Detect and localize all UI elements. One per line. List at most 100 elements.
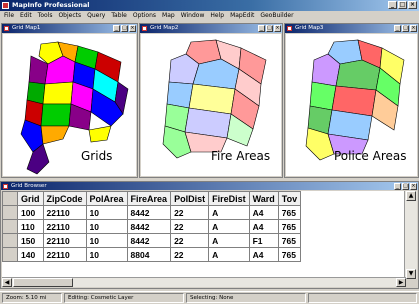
minimize-button[interactable]: _	[394, 25, 401, 32]
maximize-button[interactable]: □	[402, 183, 409, 190]
maximize-button[interactable]: □	[402, 25, 409, 32]
cell[interactable]: 8442	[126, 233, 172, 248]
map-window-title-bar[interactable]: Grid Map1 _ □ ×	[2, 24, 137, 33]
column-header[interactable]: FireArea	[126, 191, 172, 206]
minimize-button[interactable]: _	[388, 1, 397, 9]
cell[interactable]: 8804	[126, 247, 172, 262]
close-button[interactable]: ×	[408, 1, 417, 9]
status-empty	[308, 293, 417, 303]
column-header[interactable]: Grid	[17, 191, 44, 206]
browser-grid: Grid ZipCode PolArea FireArea PolDist Fi…	[2, 191, 406, 279]
table-row[interactable]: 100 22110 10 8442 22 A A4 765	[2, 205, 302, 220]
cell[interactable]: 22	[170, 233, 210, 248]
map-window-grids[interactable]: Grid Map1 _ □ × Grids	[1, 23, 138, 178]
table-row[interactable]: 110 22110 10 8442 22 A A4 765	[2, 219, 302, 234]
menu-geobuilder[interactable]: GeoBuilder	[260, 11, 293, 21]
cell[interactable]: A	[208, 205, 250, 220]
cell[interactable]: A	[208, 233, 250, 248]
menu-map[interactable]: Map	[162, 11, 175, 21]
maximize-button[interactable]: □	[121, 25, 128, 32]
cell[interactable]: 22110	[42, 247, 87, 262]
cell[interactable]: F1	[248, 233, 279, 248]
cell[interactable]: 150	[17, 233, 44, 248]
cell[interactable]: 22	[170, 247, 210, 262]
cell[interactable]: 765	[277, 247, 302, 262]
cell[interactable]: 22110	[42, 219, 87, 234]
minimize-button[interactable]: _	[394, 183, 401, 190]
status-editing[interactable]: Editing: Cosmetic Layer	[64, 293, 184, 303]
row-selector[interactable]	[2, 205, 18, 220]
scroll-thumb[interactable]	[13, 278, 73, 287]
menu-file[interactable]: File	[4, 11, 14, 21]
column-header[interactable]: Ward	[248, 191, 279, 206]
scroll-right-arrow-icon[interactable]: ▶	[396, 278, 406, 287]
minimize-button[interactable]: _	[113, 25, 120, 32]
browser-window[interactable]: Grid Browser _ □ × Grid ZipCode PolArea …	[0, 181, 419, 289]
maximize-button[interactable]: □	[398, 1, 407, 9]
map-region	[26, 143, 50, 175]
cell[interactable]: 22110	[42, 233, 87, 248]
cell[interactable]: A4	[248, 219, 279, 234]
grid-polygons	[20, 41, 129, 175]
close-button[interactable]: ×	[274, 25, 281, 32]
cell[interactable]: 10	[85, 247, 128, 262]
cell[interactable]: 100	[17, 205, 44, 220]
column-header[interactable]: PolArea	[85, 191, 128, 206]
vertical-scrollbar[interactable]: ▲ ▼	[404, 191, 417, 279]
cell[interactable]: 22	[170, 219, 210, 234]
cell[interactable]: 8442	[126, 205, 172, 220]
cell[interactable]: 10	[85, 233, 128, 248]
menu-table[interactable]: Table	[111, 11, 127, 21]
scroll-up-arrow-icon[interactable]: ▲	[406, 191, 416, 201]
cell[interactable]: 140	[17, 247, 44, 262]
menu-window[interactable]: Window	[181, 11, 205, 21]
map-canvas[interactable]: Grids	[3, 34, 136, 176]
table-row[interactable]: 150 22110 10 8442 22 A F1 765	[2, 233, 302, 248]
row-selector[interactable]	[2, 233, 18, 248]
cell[interactable]: 765	[277, 233, 302, 248]
cell[interactable]: A	[208, 219, 250, 234]
table-row[interactable]: 140 22110 10 8804 22 A A4 765	[2, 247, 302, 262]
map-canvas[interactable]: Fire Areas	[141, 34, 281, 176]
menu-tools[interactable]: Tools	[38, 11, 53, 21]
menu-objects[interactable]: Objects	[58, 11, 81, 21]
map-window-title-bar[interactable]: Grid Map3 _ □ ×	[285, 24, 418, 33]
menu-query[interactable]: Query	[87, 11, 105, 21]
map-window-police-areas[interactable]: Grid Map3 _ □ × Police Areas	[284, 23, 419, 178]
close-button[interactable]: ×	[129, 25, 136, 32]
scroll-left-arrow-icon[interactable]: ◀	[2, 278, 12, 287]
map-window-fire-areas[interactable]: Grid Map2 _ □ × Fire Areas	[139, 23, 283, 178]
column-header[interactable]: PolDist	[170, 191, 210, 206]
browser-title-bar[interactable]: Grid Browser _ □ ×	[1, 182, 418, 190]
cell[interactable]: 10	[85, 219, 128, 234]
cell[interactable]: 10	[85, 205, 128, 220]
menu-mapedit[interactable]: MapEdit	[230, 11, 254, 21]
cell[interactable]: 765	[277, 219, 302, 234]
cell[interactable]: 8442	[126, 219, 172, 234]
close-button[interactable]: ×	[410, 183, 417, 190]
menu-edit[interactable]: Edit	[20, 11, 32, 21]
cell[interactable]: A4	[248, 205, 279, 220]
cell[interactable]: 110	[17, 219, 44, 234]
row-selector[interactable]	[2, 219, 18, 234]
cell[interactable]: A4	[248, 247, 279, 262]
minimize-button[interactable]: _	[258, 25, 265, 32]
map-canvas[interactable]: Police Areas	[286, 34, 417, 176]
maximize-button[interactable]: □	[266, 25, 273, 32]
row-selector[interactable]	[2, 247, 18, 262]
status-selecting[interactable]: Selecting: None	[186, 293, 306, 303]
column-header[interactable]: FireDist	[208, 191, 250, 206]
column-header[interactable]: ZipCode	[42, 191, 87, 206]
menu-help[interactable]: Help	[210, 11, 224, 21]
cell[interactable]: 765	[277, 205, 302, 220]
horizontal-scrollbar[interactable]: ◀ ▶	[2, 277, 406, 287]
cell[interactable]: 22110	[42, 205, 87, 220]
scroll-down-arrow-icon[interactable]: ▼	[406, 269, 416, 279]
column-header[interactable]: Tov	[277, 191, 302, 206]
row-selector-header[interactable]	[2, 191, 18, 206]
close-button[interactable]: ×	[410, 25, 417, 32]
map-window-title-bar[interactable]: Grid Map2 _ □ ×	[140, 24, 282, 33]
cell[interactable]: A	[208, 247, 250, 262]
menu-options[interactable]: Options	[133, 11, 156, 21]
cell[interactable]: 22	[170, 205, 210, 220]
